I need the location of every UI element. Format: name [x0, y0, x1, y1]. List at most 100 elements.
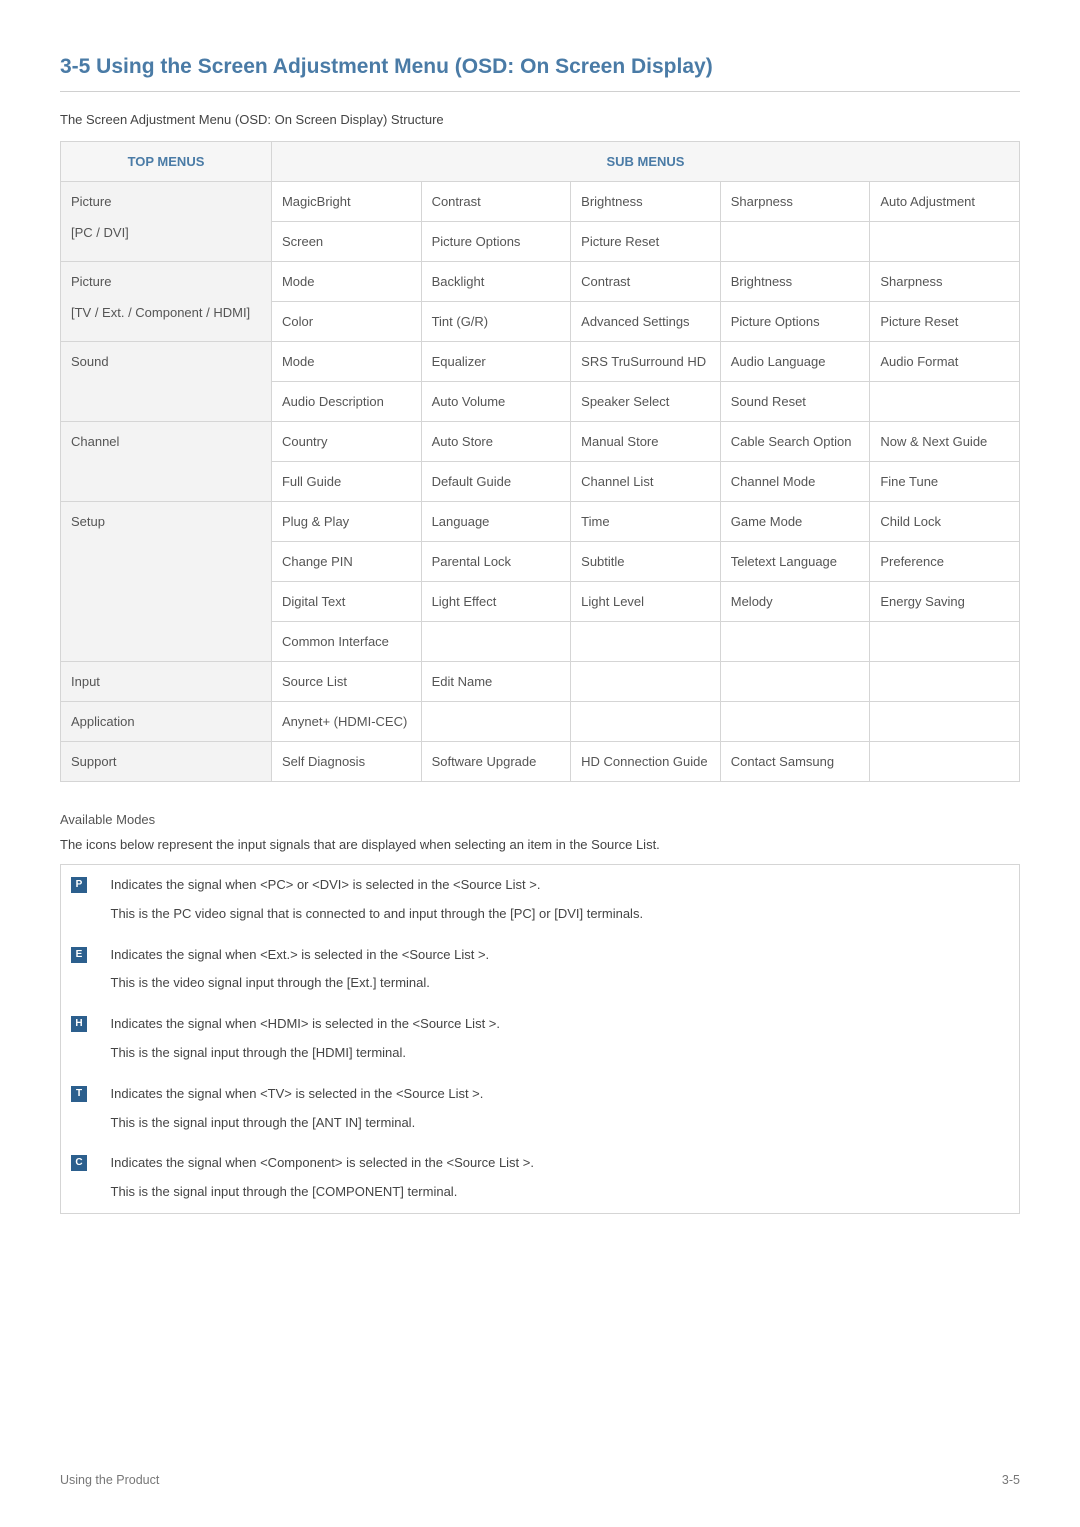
- sub-menu-cell: SRS TruSurround HD: [571, 342, 721, 382]
- sub-menu-cell: Equalizer: [421, 342, 571, 382]
- top-menu-cell: Input: [61, 662, 272, 702]
- available-modes-title: Available Modes: [60, 812, 1020, 827]
- sub-menu-cell: Contact Samsung: [720, 742, 870, 782]
- sub-menu-cell: Auto Volume: [421, 382, 571, 422]
- sub-menu-cell: Color: [271, 302, 421, 342]
- mode-line-1: Indicates the signal when <HDMI> is sele…: [111, 1010, 1010, 1039]
- top-menu-cell: Setup: [61, 502, 272, 662]
- sub-menu-cell: Contrast: [421, 182, 571, 222]
- sub-menu-cell: Brightness: [720, 262, 870, 302]
- sub-menu-cell: Self Diagnosis: [271, 742, 421, 782]
- sub-menu-cell: [720, 622, 870, 662]
- header-sub-menus: SUB MENUS: [271, 142, 1019, 182]
- sub-menu-cell: Fine Tune: [870, 462, 1020, 502]
- sub-menu-cell: Audio Format: [870, 342, 1020, 382]
- sub-menu-cell: [571, 702, 721, 742]
- mode-icon-h: H: [71, 1016, 87, 1032]
- sub-menu-cell: [870, 382, 1020, 422]
- mode-icon-e: E: [71, 947, 87, 963]
- sub-menu-cell: Sharpness: [720, 182, 870, 222]
- sub-menu-cell: Subtitle: [571, 542, 721, 582]
- mode-line-2: This is the video signal input through t…: [111, 969, 1010, 998]
- mode-icon-cell: C: [61, 1143, 101, 1213]
- mode-line-1: Indicates the signal when <PC> or <DVI> …: [111, 871, 1010, 900]
- top-menu-cell: Application: [61, 702, 272, 742]
- mode-row: E Indicates the signal when <Ext.> is sel…: [61, 935, 1020, 1005]
- sub-menu-cell: Language: [421, 502, 571, 542]
- footer-right: 3-5: [1002, 1473, 1020, 1487]
- page-footer: Using the Product 3-5: [60, 1473, 1020, 1487]
- sub-menu-cell: [421, 702, 571, 742]
- mode-icon-cell: P: [61, 865, 101, 935]
- top-menu-cell: Support: [61, 742, 272, 782]
- sub-menu-cell: Cable Search Option: [720, 422, 870, 462]
- sub-menu-cell: Software Upgrade: [421, 742, 571, 782]
- sub-menu-cell: [571, 622, 721, 662]
- sub-menu-cell: Advanced Settings: [571, 302, 721, 342]
- sub-menu-cell: Picture Options: [720, 302, 870, 342]
- mode-line-2: This is the signal input through the [AN…: [111, 1109, 1010, 1138]
- sub-menu-cell: Now & Next Guide: [870, 422, 1020, 462]
- sub-menu-cell: Source List: [271, 662, 421, 702]
- sub-menu-cell: Audio Language: [720, 342, 870, 382]
- table-row: ChannelCountryAuto StoreManual StoreCabl…: [61, 422, 1020, 462]
- page-heading: 3-5 Using the Screen Adjustment Menu (OS…: [60, 55, 1020, 92]
- sub-menu-cell: Melody: [720, 582, 870, 622]
- sub-menu-cell: Digital Text: [271, 582, 421, 622]
- mode-text-cell: Indicates the signal when <Component> is…: [101, 1143, 1020, 1213]
- mode-text-cell: Indicates the signal when <HDMI> is sele…: [101, 1004, 1020, 1074]
- mode-line-2: This is the signal input through the [HD…: [111, 1039, 1010, 1068]
- table-row: ApplicationAnynet+ (HDMI-CEC): [61, 702, 1020, 742]
- mode-row: H Indicates the signal when <HDMI> is sel…: [61, 1004, 1020, 1074]
- sub-menu-cell: Anynet+ (HDMI-CEC): [271, 702, 421, 742]
- sub-menu-cell: [720, 222, 870, 262]
- mode-row: T Indicates the signal when <TV> is selec…: [61, 1074, 1020, 1144]
- sub-menu-cell: [870, 622, 1020, 662]
- sub-menu-cell: Parental Lock: [421, 542, 571, 582]
- sub-menu-cell: Country: [271, 422, 421, 462]
- mode-text-cell: Indicates the signal when <PC> or <DVI> …: [101, 865, 1020, 935]
- sub-menu-cell: Channel Mode: [720, 462, 870, 502]
- sub-menu-cell: [421, 622, 571, 662]
- sub-menu-cell: Light Level: [571, 582, 721, 622]
- sub-menu-cell: Sound Reset: [720, 382, 870, 422]
- mode-icon-cell: E: [61, 935, 101, 1005]
- sub-menu-cell: Common Interface: [271, 622, 421, 662]
- top-menu-cell: Picture[PC / DVI]: [61, 182, 272, 262]
- table-header-row: TOP MENUS SUB MENUS: [61, 142, 1020, 182]
- table-row: Picture[TV / Ext. / Component / HDMI]Mod…: [61, 262, 1020, 302]
- sub-menu-cell: [870, 222, 1020, 262]
- mode-line-1: Indicates the signal when <Ext.> is sele…: [111, 941, 1010, 970]
- sub-menu-cell: Screen: [271, 222, 421, 262]
- top-menu-cell: Picture[TV / Ext. / Component / HDMI]: [61, 262, 272, 342]
- top-menu-cell: Sound: [61, 342, 272, 422]
- table-row: SoundModeEqualizerSRS TruSurround HDAudi…: [61, 342, 1020, 382]
- sub-menu-cell: Channel List: [571, 462, 721, 502]
- sub-menu-cell: Auto Store: [421, 422, 571, 462]
- sub-menu-cell: Contrast: [571, 262, 721, 302]
- table-row: SupportSelf DiagnosisSoftware UpgradeHD …: [61, 742, 1020, 782]
- header-top-menus: TOP MENUS: [61, 142, 272, 182]
- sub-menu-cell: Mode: [271, 262, 421, 302]
- sub-menu-cell: [571, 662, 721, 702]
- sub-menu-cell: Change PIN: [271, 542, 421, 582]
- mode-icon-c: C: [71, 1155, 87, 1171]
- sub-menu-cell: Speaker Select: [571, 382, 721, 422]
- sub-menu-cell: Energy Saving: [870, 582, 1020, 622]
- sub-menu-cell: Child Lock: [870, 502, 1020, 542]
- sub-menu-cell: Full Guide: [271, 462, 421, 502]
- mode-line-1: Indicates the signal when <TV> is select…: [111, 1080, 1010, 1109]
- sub-menu-cell: Game Mode: [720, 502, 870, 542]
- sub-menu-cell: Audio Description: [271, 382, 421, 422]
- sub-menu-cell: Preference: [870, 542, 1020, 582]
- mode-icon-cell: T: [61, 1074, 101, 1144]
- mode-line-1: Indicates the signal when <Component> is…: [111, 1149, 1010, 1178]
- sub-menu-cell: [720, 702, 870, 742]
- available-modes-desc: The icons below represent the input sign…: [60, 837, 1020, 852]
- available-modes-table: P Indicates the signal when <PC> or <DVI>…: [60, 864, 1020, 1214]
- mode-line-2: This is the PC video signal that is conn…: [111, 900, 1010, 929]
- sub-menu-cell: Tint (G/R): [421, 302, 571, 342]
- mode-row: C Indicates the signal when <Component> i…: [61, 1143, 1020, 1213]
- mode-icon-cell: H: [61, 1004, 101, 1074]
- sub-menu-cell: MagicBright: [271, 182, 421, 222]
